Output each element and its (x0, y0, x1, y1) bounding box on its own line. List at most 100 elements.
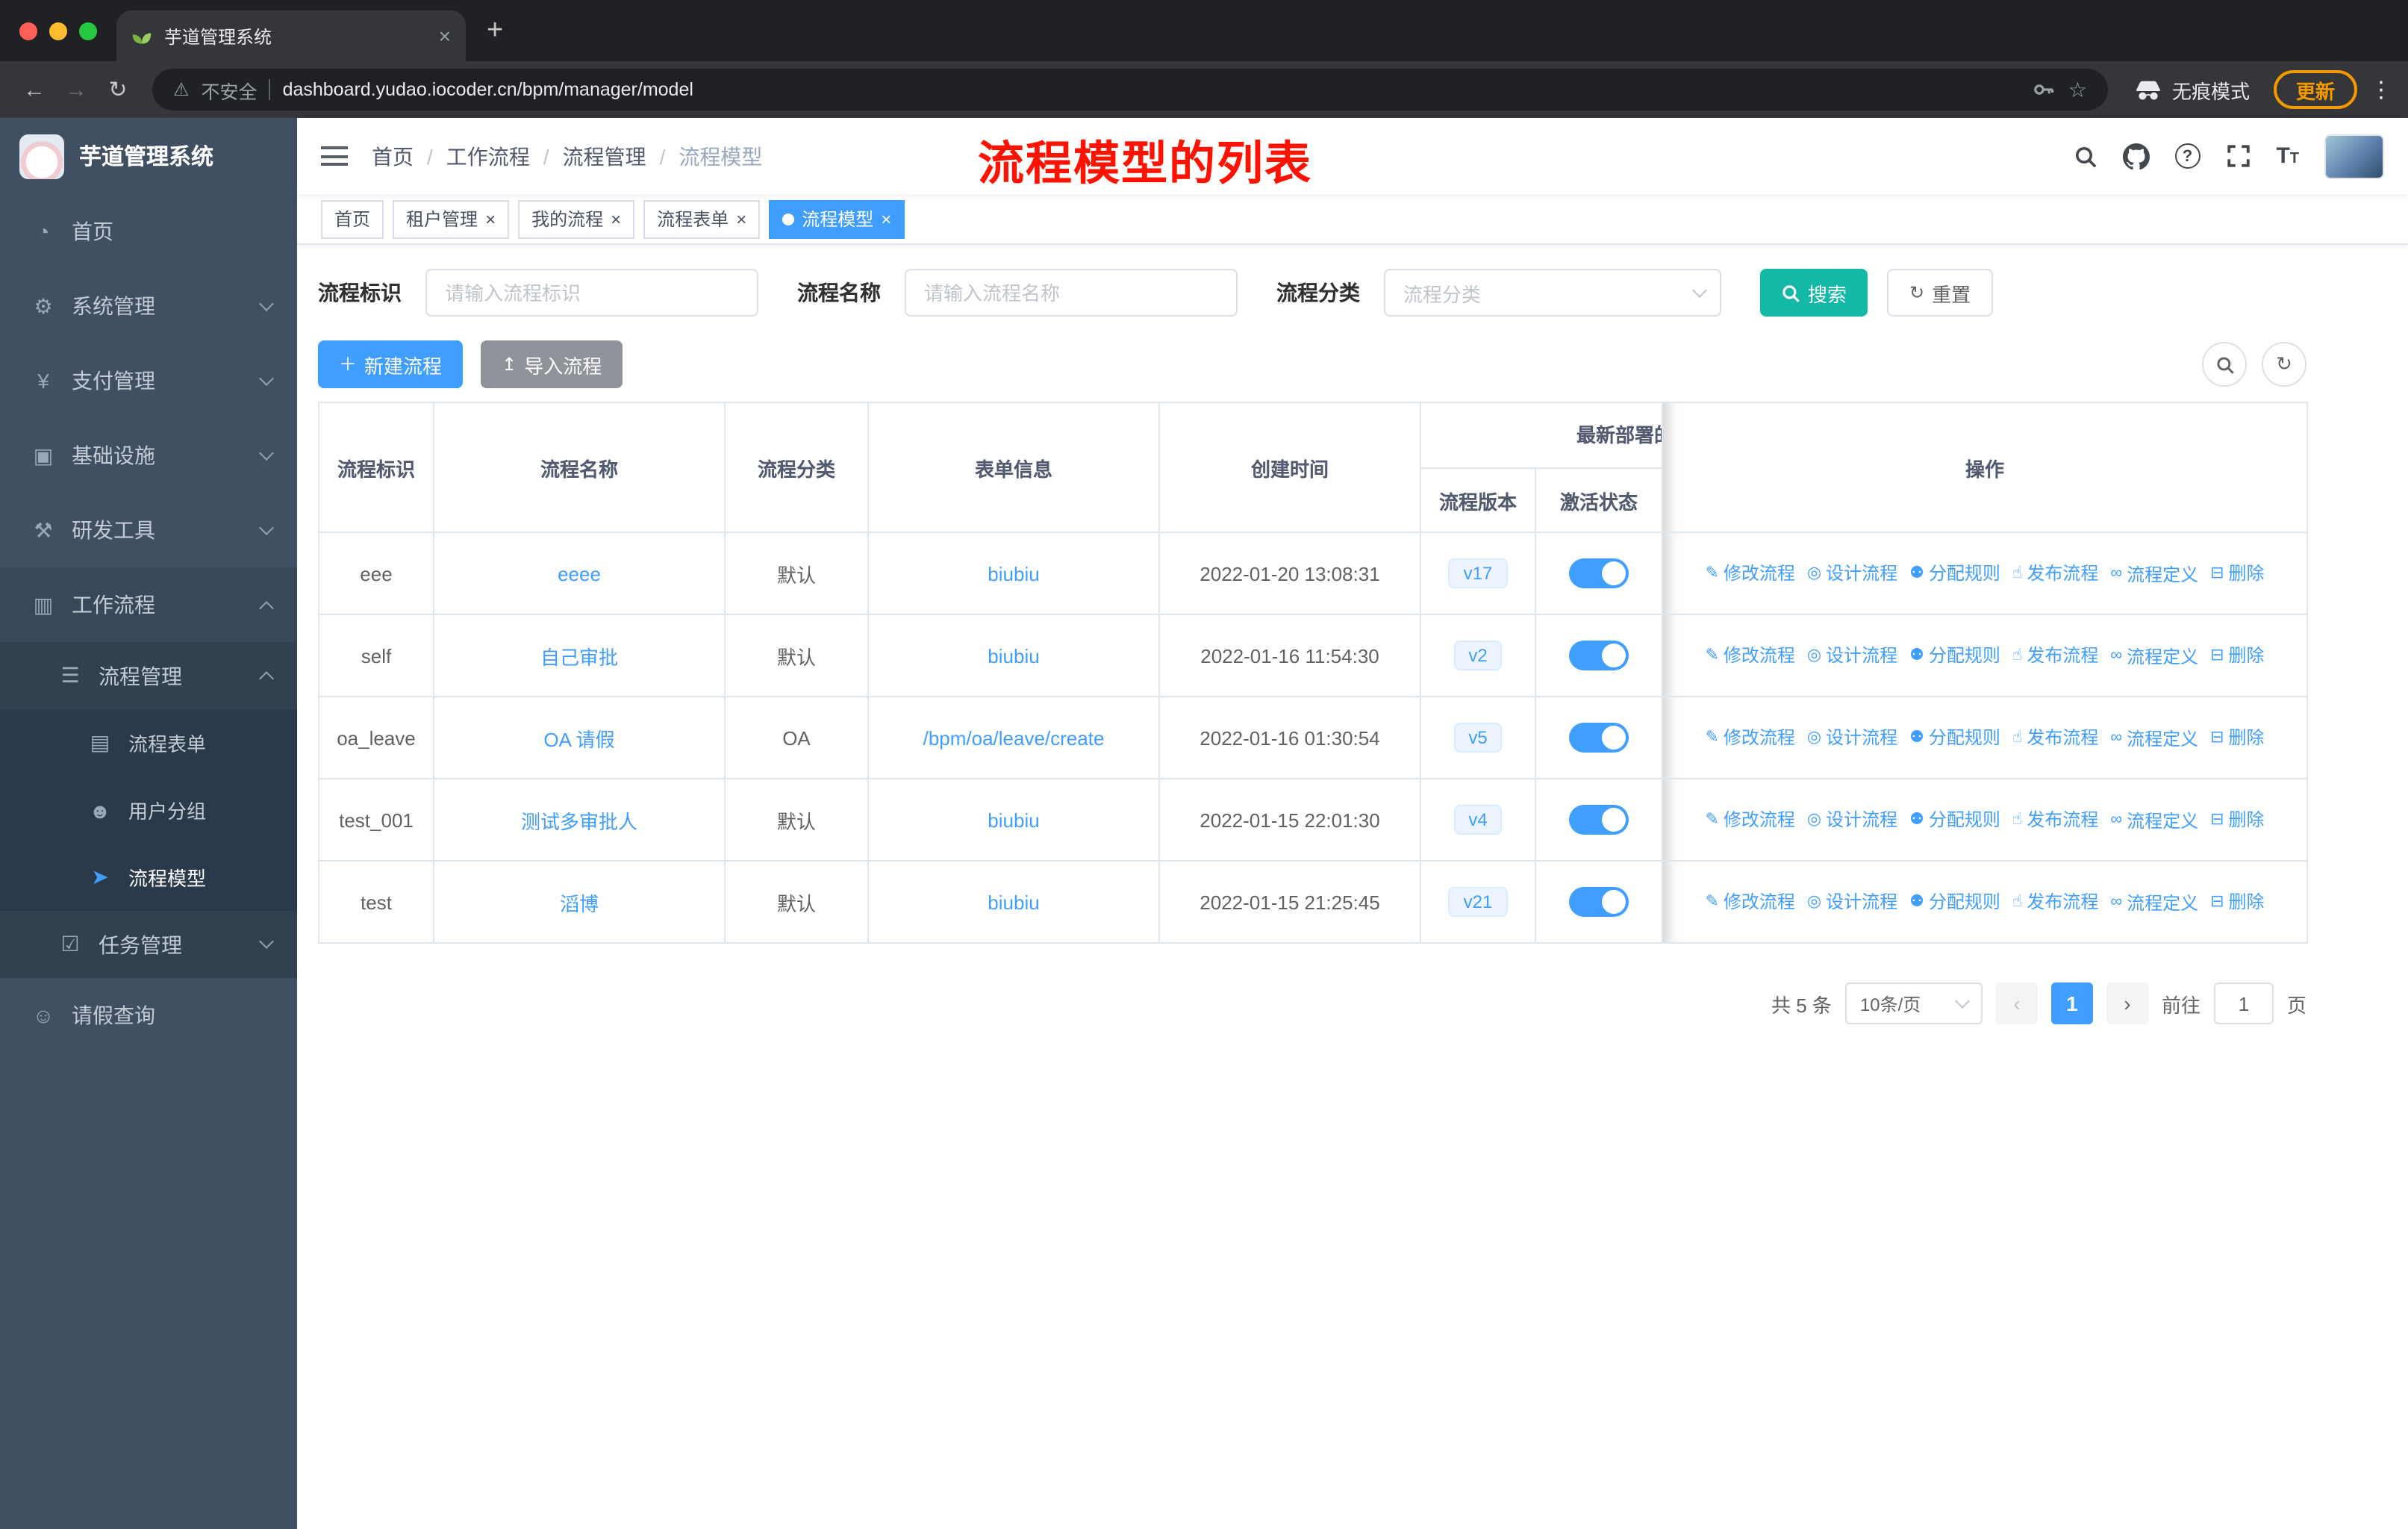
delete-link[interactable]: ⊟ 删除 (2210, 561, 2264, 586)
sidebar-item[interactable]: ▥ 工作流程 (0, 567, 297, 642)
model-name-link[interactable]: 滔博 (560, 892, 599, 915)
search-icon[interactable] (2073, 144, 2097, 168)
model-name-link[interactable]: 自己审批 (540, 646, 618, 668)
assign-rule-link[interactable]: ⚉ 分配规则 (1909, 725, 2000, 750)
design-process-link[interactable]: ◎ 设计流程 (1807, 561, 1897, 586)
user-avatar[interactable] (2324, 134, 2384, 178)
publish-process-link[interactable]: ☝ 发布流程 (2012, 725, 2098, 750)
assign-rule-link[interactable]: ⚉ 分配规则 (1909, 807, 2000, 832)
form-link[interactable]: biubiu (988, 562, 1039, 585)
window-minimize-button[interactable] (49, 22, 67, 40)
back-icon[interactable]: ← (15, 77, 54, 102)
help-icon[interactable]: ? (2174, 143, 2200, 169)
sidebar-item[interactable]: ⚙ 系统管理 (0, 269, 297, 343)
breadcrumb-item[interactable]: 流程管理 (563, 141, 646, 171)
github-icon[interactable] (2122, 143, 2150, 169)
sidebar-collapse-icon[interactable] (321, 146, 348, 166)
tag-item[interactable]: 首页 (321, 199, 384, 238)
sidebar-item[interactable]: ☻ 用户分组 (0, 776, 297, 844)
address-bar[interactable]: ⚠ 不安全 dashboard.yudao.iocoder.cn/bpm/man… (152, 69, 2108, 110)
form-link[interactable]: biubiu (988, 809, 1039, 831)
active-toggle[interactable] (1569, 887, 1629, 917)
sidebar-item[interactable]: ▤ 流程表单 (0, 709, 297, 776)
publish-process-link[interactable]: ☝ 发布流程 (2012, 807, 2098, 832)
tag-close-icon[interactable]: × (485, 210, 496, 228)
window-zoom-button[interactable] (79, 22, 97, 40)
design-process-link[interactable]: ◎ 设计流程 (1807, 807, 1897, 832)
design-process-link[interactable]: ◎ 设计流程 (1807, 725, 1897, 750)
next-page-button[interactable]: › (2106, 983, 2148, 1024)
modify-process-link[interactable]: ✎ 修改流程 (1705, 561, 1794, 586)
process-definition-link[interactable]: ∞ 流程定义 (2110, 808, 2198, 833)
assign-rule-link[interactable]: ⚉ 分配规则 (1909, 889, 2000, 915)
goto-page-input[interactable] (2213, 983, 2274, 1024)
password-key-icon[interactable] (2033, 78, 2056, 102)
page-number-button[interactable]: 1 (2050, 983, 2093, 1024)
active-toggle[interactable] (1569, 723, 1629, 753)
create-model-button[interactable]: ＋ 新建流程 (318, 340, 464, 388)
assign-rule-link[interactable]: ⚉ 分配规则 (1909, 561, 2000, 586)
reset-button[interactable]: ↻ 重置 (1887, 269, 1994, 317)
process-definition-link[interactable]: ∞ 流程定义 (2110, 644, 2198, 669)
model-name-link[interactable]: 测试多审批人 (521, 810, 637, 832)
model-name-link[interactable]: OA 请假 (543, 728, 614, 750)
design-process-link[interactable]: ◎ 设计流程 (1807, 889, 1897, 915)
design-process-link[interactable]: ◎ 设计流程 (1807, 643, 1897, 668)
refresh-table-button[interactable]: ↻ (2262, 342, 2306, 387)
search-button[interactable]: 搜索 (1760, 269, 1868, 317)
process-definition-link[interactable]: ∞ 流程定义 (2110, 561, 2198, 587)
assign-rule-link[interactable]: ⚉ 分配规则 (1909, 643, 2000, 668)
tab-close-icon[interactable]: × (439, 24, 451, 48)
browser-menu-icon[interactable]: ⋮ (2369, 76, 2393, 103)
modify-process-link[interactable]: ✎ 修改流程 (1705, 643, 1794, 668)
modify-process-link[interactable]: ✎ 修改流程 (1705, 889, 1794, 915)
window-close-button[interactable] (19, 22, 37, 40)
toggle-search-button[interactable] (2202, 342, 2247, 387)
delete-link[interactable]: ⊟ 删除 (2210, 643, 2264, 668)
tag-close-icon[interactable]: × (881, 210, 891, 228)
process-definition-link[interactable]: ∞ 流程定义 (2110, 890, 2198, 915)
filter-id-input[interactable] (425, 269, 758, 317)
reload-icon[interactable]: ↻ (99, 76, 137, 103)
page-size-select[interactable]: 10条/页 (1844, 983, 1983, 1024)
new-tab-button[interactable]: + (487, 16, 503, 45)
sidebar-item[interactable]: ⚒ 研发工具 (0, 493, 297, 567)
tag-close-icon[interactable]: × (736, 210, 746, 228)
url-text[interactable]: dashboard.yudao.iocoder.cn/bpm/manager/m… (283, 79, 693, 100)
sidebar-item[interactable]: ☰ 流程管理 (0, 642, 297, 709)
active-toggle[interactable] (1569, 558, 1629, 588)
publish-process-link[interactable]: ☝ 发布流程 (2012, 889, 2098, 915)
sidebar-item[interactable]: ☑ 任务管理 (0, 911, 297, 978)
tag-close-icon[interactable]: × (611, 210, 621, 228)
font-size-icon[interactable]: TT (2276, 143, 2299, 169)
breadcrumb-item[interactable]: 首页 (372, 141, 414, 171)
tag-item[interactable]: 租户管理 × (393, 199, 510, 238)
update-button[interactable]: 更新 (2273, 70, 2357, 109)
browser-tab[interactable]: 芋道管理系统 × (116, 10, 466, 61)
active-toggle[interactable] (1569, 641, 1629, 670)
form-link[interactable]: biubiu (988, 644, 1039, 667)
delete-link[interactable]: ⊟ 删除 (2210, 889, 2264, 915)
tag-item[interactable]: 我的流程 × (518, 199, 635, 238)
tag-item[interactable]: 流程模型 × (769, 199, 905, 238)
form-link[interactable]: /bpm/oa/leave/create (923, 726, 1105, 749)
form-link[interactable]: biubiu (988, 891, 1039, 913)
prev-page-button[interactable]: ‹ (1995, 983, 2038, 1024)
sidebar-item[interactable]: ¥ 支付管理 (0, 343, 297, 418)
modify-process-link[interactable]: ✎ 修改流程 (1705, 807, 1794, 832)
filter-category-select[interactable]: 流程分类 (1384, 269, 1721, 317)
fullscreen-icon[interactable] (2225, 143, 2251, 169)
sidebar-item[interactable]: ▣ 基础设施 (0, 418, 297, 493)
forward-icon[interactable]: → (57, 77, 96, 102)
model-name-link[interactable]: eeee (558, 562, 601, 585)
process-definition-link[interactable]: ∞ 流程定义 (2110, 726, 2198, 751)
sidebar-item[interactable]: ➤ 流程模型 (0, 844, 297, 911)
sidebar-item[interactable]: ◔ 首页 (0, 194, 297, 269)
sidebar-item[interactable]: ☺ 请假查询 (0, 978, 297, 1053)
app-logo[interactable]: 芋道管理系统 (0, 118, 297, 194)
delete-link[interactable]: ⊟ 删除 (2210, 725, 2264, 750)
filter-name-input[interactable] (905, 269, 1238, 317)
security-warning-icon[interactable]: ⚠ (173, 79, 190, 100)
publish-process-link[interactable]: ☝ 发布流程 (2012, 561, 2098, 586)
publish-process-link[interactable]: ☝ 发布流程 (2012, 643, 2098, 668)
